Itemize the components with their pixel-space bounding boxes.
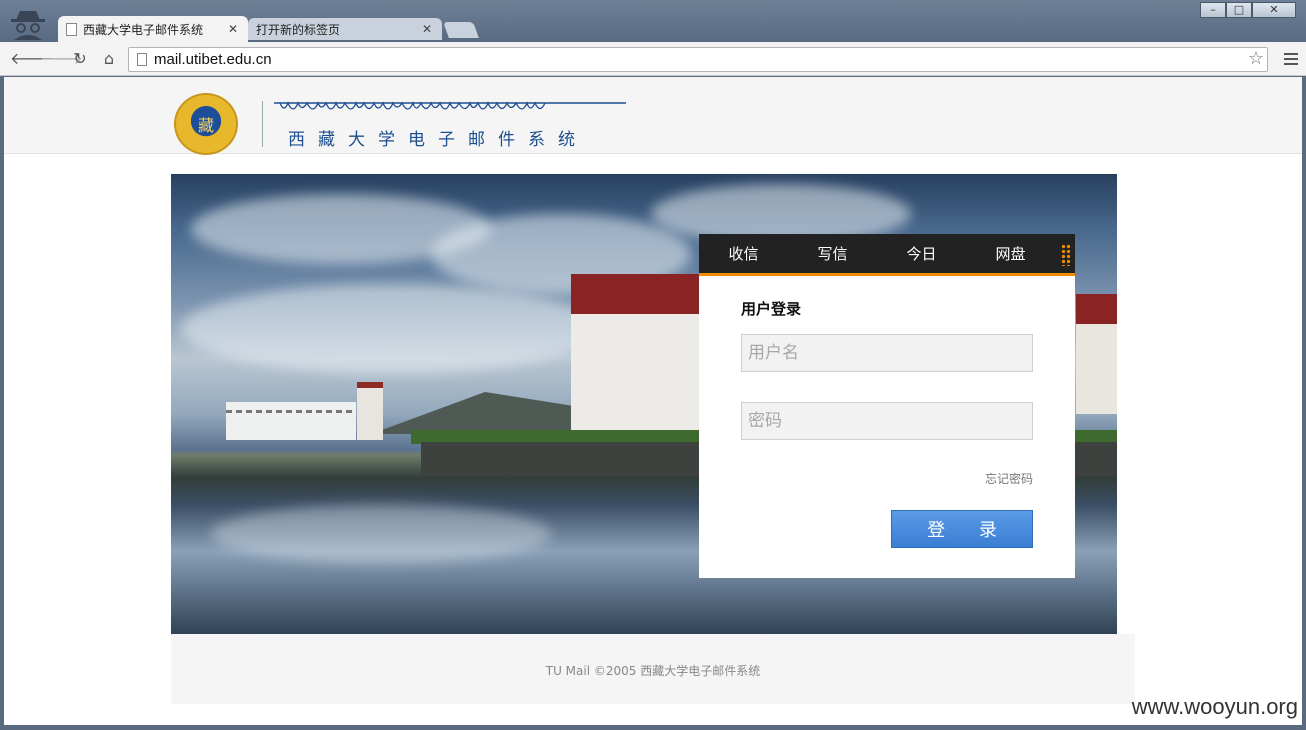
tab-new[interactable]: 打开新的标签页 ✕ <box>248 18 442 40</box>
footer: TU Mail ©2005 西藏大学电子邮件系统 <box>171 634 1135 704</box>
page-icon <box>66 22 77 36</box>
nav-inbox[interactable]: 收信 <box>699 234 788 273</box>
nav-today[interactable]: 今日 <box>877 234 966 273</box>
tab-close-icon[interactable]: ✕ <box>420 22 434 36</box>
menu-icon[interactable] <box>1284 53 1298 68</box>
home-icon[interactable]: ⌂ <box>98 48 120 70</box>
login-nav: 收信 写信 今日 网盘 <box>699 234 1075 276</box>
page-icon <box>137 53 147 66</box>
page-content: 藏 西藏大学电子邮件系统 收信 写信 今日 网盘 用户登录 用户名 忘记密码 登… <box>4 77 1302 725</box>
tab-label: 打开新的标签页 <box>256 22 341 37</box>
browser-titlebar: 西藏大学电子邮件系统 ✕ 打开新的标签页 ✕ – □ ✕ <box>0 0 1306 42</box>
apps-grid-icon[interactable] <box>1061 244 1071 266</box>
username-input[interactable] <box>741 334 1033 372</box>
close-window-button[interactable]: ✕ <box>1252 2 1296 18</box>
logo-character: 藏 <box>197 116 214 135</box>
login-heading: 用户登录 <box>741 300 802 318</box>
reload-icon[interactable]: ↻ <box>69 48 91 70</box>
site-header: 藏 西藏大学电子邮件系统 <box>4 77 1302 155</box>
maximize-button[interactable]: □ <box>1226 2 1252 18</box>
password-input[interactable] <box>741 402 1033 440</box>
building <box>1076 294 1117 414</box>
divider <box>262 101 263 147</box>
browser-toolbar: 🡐 🡒 ↻ ⌂ mail.utibet.edu.cn ☆ <box>0 42 1306 76</box>
building <box>226 402 356 440</box>
site-title: 西藏大学电子邮件系统 <box>288 130 588 150</box>
nav-netdisk[interactable]: 网盘 <box>966 234 1055 273</box>
nav-compose[interactable]: 写信 <box>788 234 877 273</box>
forward-arrow-icon[interactable]: 🡒 <box>40 48 83 70</box>
tab-close-icon[interactable]: ✕ <box>226 22 240 36</box>
tibetan-script-graphic <box>274 101 626 110</box>
minimize-button[interactable]: – <box>1200 2 1226 18</box>
new-tab-button[interactable] <box>443 22 479 38</box>
login-button[interactable]: 登 录 <box>891 510 1033 548</box>
address-bar[interactable]: mail.utibet.edu.cn ☆ <box>128 47 1268 72</box>
bookmark-star-icon[interactable]: ☆ <box>1248 48 1264 69</box>
building <box>571 274 711 434</box>
tab-label: 西藏大学电子邮件系统 <box>83 22 204 37</box>
university-logo: 藏 <box>174 93 238 155</box>
login-panel: 收信 写信 今日 网盘 用户登录 忘记密码 登 录 <box>699 234 1075 578</box>
window-controls: – □ ✕ <box>1200 2 1296 18</box>
building <box>357 382 383 440</box>
footer-text: TU Mail ©2005 西藏大学电子邮件系统 <box>545 664 761 678</box>
tab-mail[interactable]: 西藏大学电子邮件系统 ✕ <box>58 16 248 42</box>
incognito-icon <box>11 11 45 40</box>
url-text[interactable]: mail.utibet.edu.cn <box>154 51 272 68</box>
watermark: www.wooyun.org <box>1131 694 1298 719</box>
forgot-password-link[interactable]: 忘记密码 <box>985 470 1033 487</box>
back-arrow-icon[interactable]: 🡐 <box>10 48 53 70</box>
